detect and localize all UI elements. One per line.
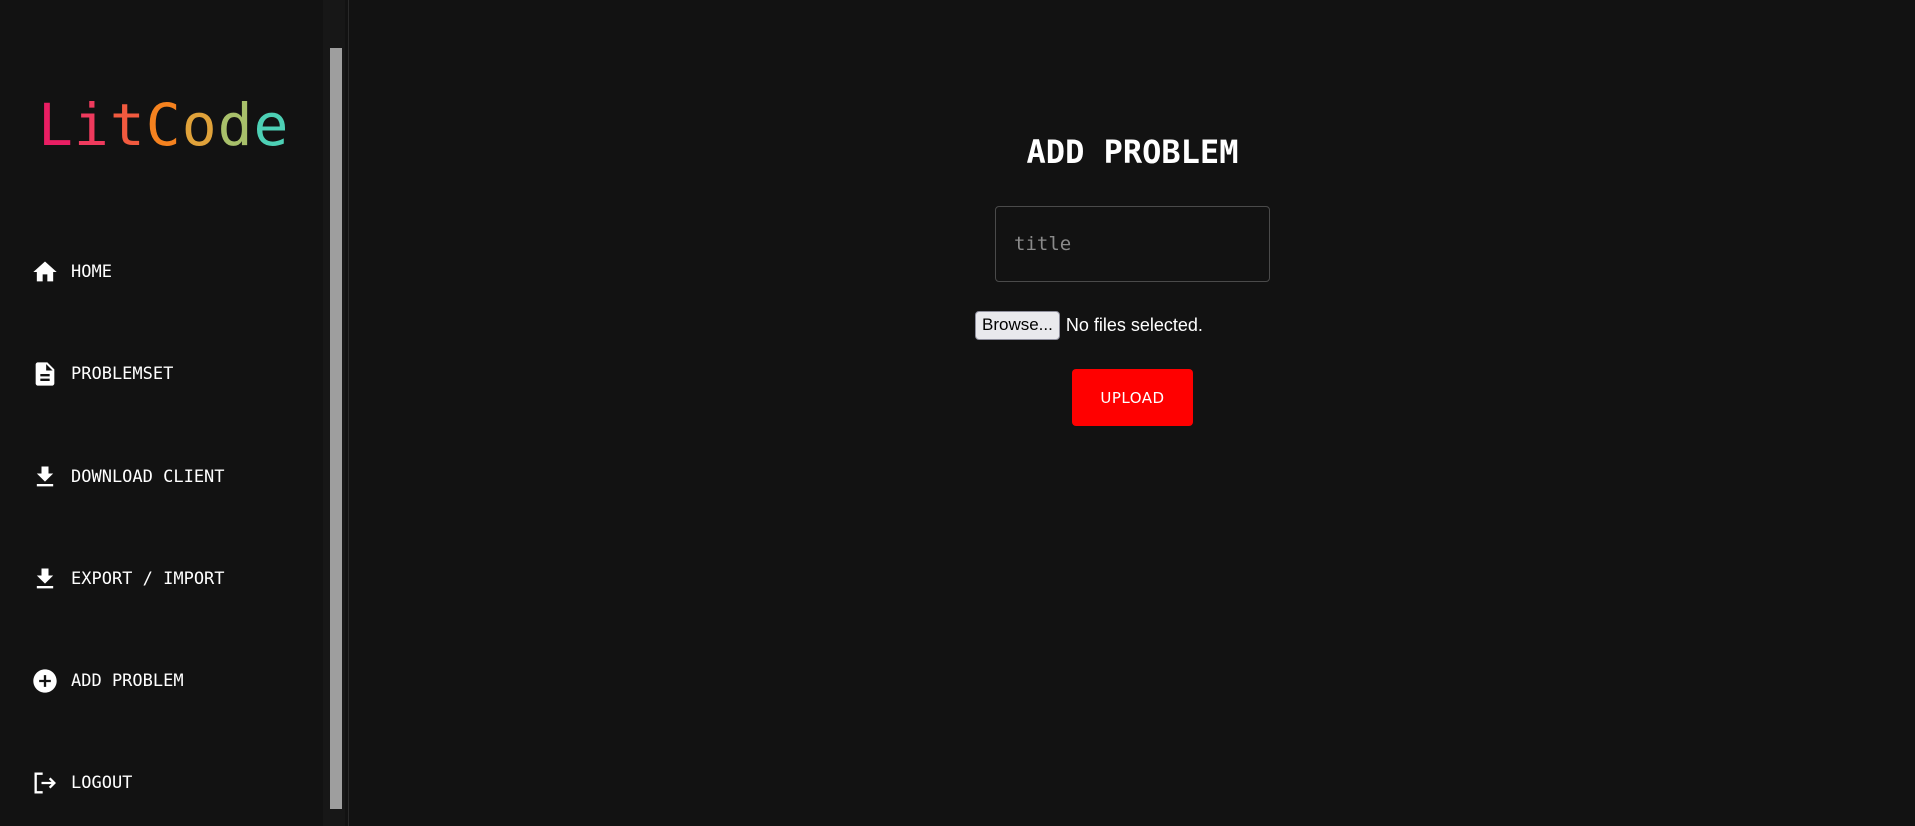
sidebar-item-label: PROBLEMSET [71, 364, 174, 384]
sidebar-scrollbar-thumb[interactable] [330, 48, 342, 809]
sidebar-item-export-import[interactable]: EXPORT / IMPORT [30, 559, 225, 599]
sidebar-item-download-client[interactable]: DOWNLOAD CLIENT [30, 457, 225, 497]
file-input[interactable]: Browse... No files selected. [975, 310, 1203, 340]
sidebar-item-home[interactable]: HOME [30, 252, 112, 292]
logo-letter: i [73, 91, 110, 159]
download-icon [30, 564, 60, 594]
sidebar-item-problemset[interactable]: PROBLEMSET [30, 354, 173, 394]
logo-letter: t [109, 91, 146, 159]
logo-letter: C [145, 91, 182, 159]
home-icon [30, 257, 60, 287]
title-input[interactable] [995, 206, 1270, 282]
add-circle-icon [30, 666, 60, 696]
sidebar-item-label: HOME [71, 262, 112, 282]
sidebar-item-label: DOWNLOAD CLIENT [71, 467, 225, 487]
logo-letter: L [38, 91, 74, 159]
logo-letter: o [181, 91, 218, 159]
file-status-text: No files selected. [1065, 314, 1203, 335]
page-title: ADD PROBLEM [1026, 133, 1239, 171]
sidebar-item-logout[interactable]: LOGOUT [30, 763, 132, 803]
logout-icon [30, 768, 60, 798]
litcode-logo[interactable]: LitCode [38, 90, 289, 160]
app-root: LitCode HOME PROBLEMSET DOWNLOAD CLIENT [0, 0, 1915, 826]
main-content: ADD PROBLEM Browse... No files selected.… [350, 0, 1915, 826]
sidebar-item-label: ADD PROBLEM [71, 671, 184, 691]
download-icon [30, 462, 60, 492]
logo-letter: e [253, 91, 290, 159]
browse-button[interactable]: Browse... [975, 310, 1060, 340]
sidebar-item-add-problem[interactable]: ADD PROBLEM [30, 661, 184, 701]
logo-letter: d [217, 91, 254, 159]
sidebar: LitCode HOME PROBLEMSET DOWNLOAD CLIENT [0, 0, 349, 826]
sidebar-item-label: LOGOUT [71, 773, 133, 793]
upload-button[interactable]: UPLOAD [1072, 369, 1193, 426]
document-icon [30, 359, 60, 389]
sidebar-item-label: EXPORT / IMPORT [71, 569, 225, 589]
